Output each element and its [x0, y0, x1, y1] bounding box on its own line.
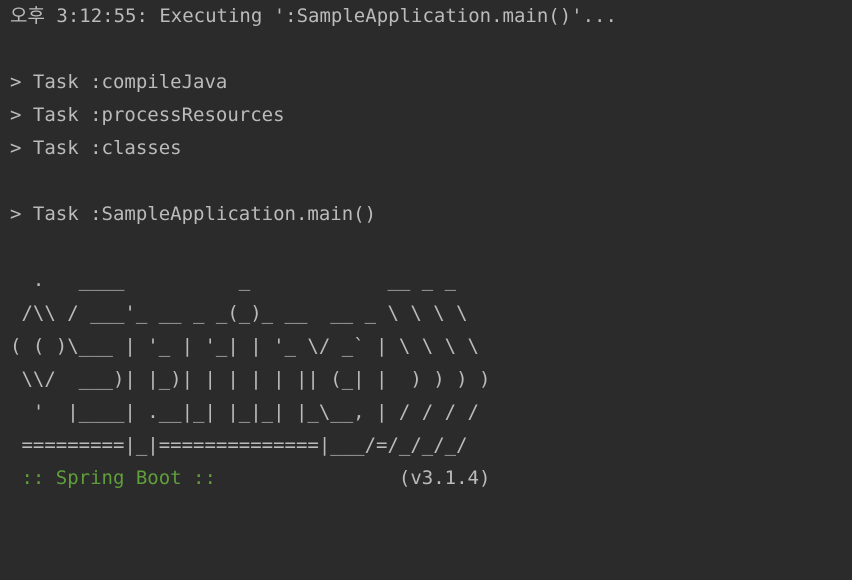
- run-console[interactable]: 오후 3:12:55: Executing ':SampleApplicatio…: [0, 0, 852, 580]
- banner-line: =========|_|==============|___/=/_/_/_/: [10, 434, 468, 456]
- banner-line: /\\ / ___'_ __ _ _(_)_ __ __ _ \ \ \ \: [10, 302, 468, 324]
- spring-boot-label: :: Spring Boot ::: [10, 467, 228, 489]
- spring-boot-version: (v3.1.4): [227, 467, 491, 489]
- spring-boot-version-line: :: Spring Boot :: (v3.1.4): [10, 462, 490, 495]
- banner-line: ( ( )\___ | '_ | '_| | '_ \/ _` | \ \ \ …: [10, 335, 479, 357]
- task-line-process-resources: > Task :processResources: [10, 104, 285, 126]
- banner-line: ' |____| .__|_| |_|_| |_\__, | / / / /: [10, 401, 479, 423]
- execution-status-line: 오후 3:12:55: Executing ':SampleApplicatio…: [10, 5, 617, 27]
- task-line-classes: > Task :classes: [10, 137, 182, 159]
- banner-line: \\/ ___)| |_)| | | | | || (_| | ) ) ) ): [10, 368, 491, 390]
- banner-line: . ____ _ __ _ _: [10, 269, 457, 291]
- task-line-compile-java: > Task :compileJava: [10, 71, 228, 93]
- task-line-main: > Task :SampleApplication.main(): [10, 203, 377, 225]
